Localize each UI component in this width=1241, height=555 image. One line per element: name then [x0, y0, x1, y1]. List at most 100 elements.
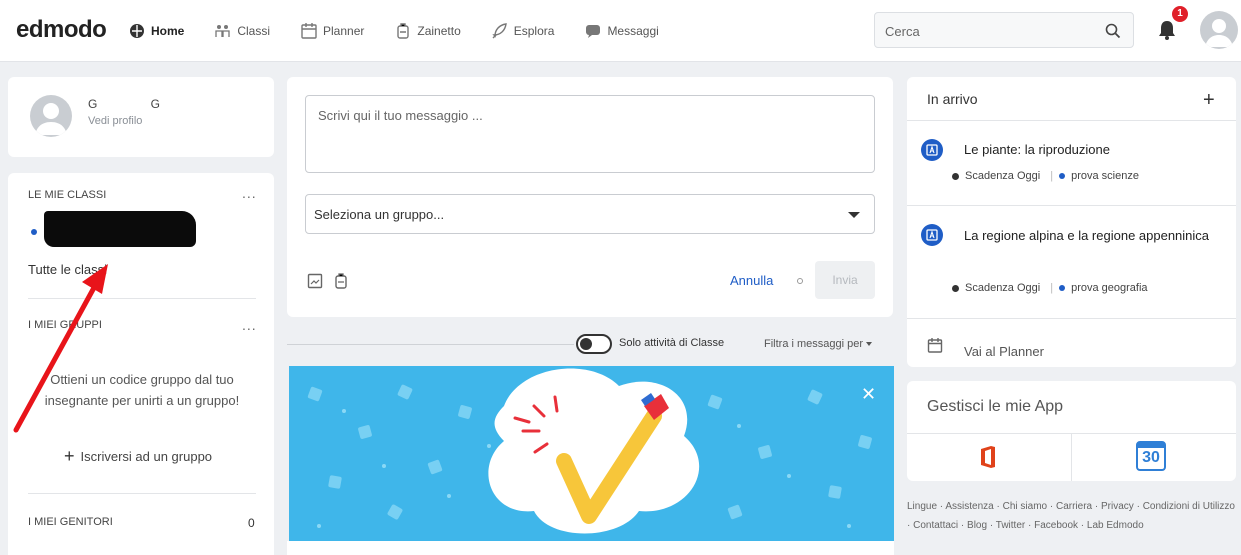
- class-activity-label: Solo attività di Classe: [619, 337, 725, 349]
- nav-classes[interactable]: Classi: [214, 22, 270, 40]
- backpack-attach-icon[interactable]: [333, 273, 349, 289]
- task-group[interactable]: prova scienze: [1071, 170, 1139, 182]
- divider: [28, 298, 256, 299]
- cancel-button[interactable]: Annulla: [730, 273, 773, 288]
- join-group-button[interactable]: + Iscriversi ad un gruppo: [64, 446, 212, 467]
- class-bullet: [31, 229, 37, 235]
- footer-link[interactable]: Lingue: [907, 501, 937, 512]
- notification-badge: 1: [1172, 6, 1188, 22]
- nav-home[interactable]: Home: [128, 22, 184, 40]
- profile-avatar[interactable]: [30, 95, 72, 137]
- profile-avatar-icon: [35, 103, 67, 135]
- assignment-a-icon: [926, 229, 938, 241]
- send-button[interactable]: Invia: [815, 261, 875, 299]
- nav-messages-label: Messaggi: [607, 24, 659, 38]
- footer-link[interactable]: Assistenza: [945, 501, 993, 512]
- user-avatar[interactable]: [1200, 11, 1238, 49]
- profile-card: G G Vedi profilo: [8, 77, 274, 157]
- footer-links: Lingue · Assistenza · Chi siamo · Carrie…: [907, 501, 1235, 531]
- apps-card: Gestisci le mie App 30: [907, 381, 1236, 481]
- meta-separator: |: [1050, 282, 1054, 294]
- task-meta: Scadenza Oggi | prova geografia: [952, 282, 1148, 294]
- planner-icon: [301, 23, 317, 39]
- add-plus-icon[interactable]: +: [1203, 89, 1215, 112]
- welcome-banner: [289, 366, 894, 541]
- nav-explore[interactable]: Esplora: [491, 22, 555, 40]
- task-title-link[interactable]: Le piante: la riproduzione: [964, 138, 1214, 162]
- group-select[interactable]: Seleziona un gruppo...: [305, 194, 875, 234]
- assignment-icon: [921, 139, 943, 161]
- task-meta: Scadenza Oggi | prova scienze: [952, 170, 1139, 182]
- task-title-link[interactable]: La regione alpina e la regione appennini…: [964, 224, 1214, 248]
- banner-illustration: [307, 368, 872, 534]
- clock-icon: [952, 172, 959, 180]
- office-app-icon[interactable]: [979, 445, 997, 469]
- assignment-a-icon: [926, 144, 938, 156]
- planner-icon: [927, 338, 943, 353]
- classes-groups-card: LE MIE CLASSI ... Tutte le classi I MIEI…: [8, 173, 274, 555]
- footer-link[interactable]: Contattaci: [913, 520, 958, 531]
- nav-home-label: Home: [151, 24, 185, 38]
- parents-count: 0: [248, 516, 255, 530]
- rocket-icon: [492, 23, 507, 39]
- view-profile-link[interactable]: Vedi profilo: [88, 115, 142, 127]
- footer-link[interactable]: Chi siamo: [1003, 501, 1047, 512]
- join-group-label: Iscriversi ad un gruppo: [80, 449, 213, 464]
- search-icon[interactable]: [1105, 23, 1121, 39]
- top-navigation-bar: edmodo Home Classi Planner Zainetto Espl…: [0, 0, 1241, 62]
- divider: [907, 318, 1236, 319]
- nav-classes-label: Classi: [237, 24, 271, 38]
- feed-divider: [287, 344, 574, 345]
- footer-link[interactable]: Facebook: [1034, 520, 1078, 531]
- footer-link[interactable]: Blog: [967, 520, 987, 531]
- group-select-value: Seleziona un gruppo...: [314, 207, 445, 222]
- nav-planner-label: Planner: [323, 24, 365, 38]
- notification-bell-icon[interactable]: [1156, 18, 1178, 42]
- calendar-app-icon[interactable]: 30: [1136, 441, 1166, 471]
- message-input[interactable]: [305, 95, 875, 173]
- footer-link[interactable]: Condizioni di Utilizzo: [1143, 501, 1235, 512]
- footer-link[interactable]: Twitter: [996, 520, 1025, 531]
- groups-more-button[interactable]: ...: [242, 317, 257, 333]
- footer-link[interactable]: Carriera: [1056, 501, 1092, 512]
- clock-icon: [952, 284, 959, 292]
- main-nav: Home Classi Planner Zainetto Esplora Mes…: [128, 0, 689, 62]
- edmodo-logo[interactable]: edmodo: [16, 16, 107, 44]
- calendar-day: 30: [1142, 449, 1160, 466]
- footer-link[interactable]: Privacy: [1101, 501, 1134, 512]
- separator-dot: [797, 278, 803, 284]
- inbox-title: In arrivo: [927, 91, 978, 107]
- close-banner-icon[interactable]: ✕: [861, 384, 876, 405]
- post-composer-card: Seleziona un gruppo... Annulla Invia: [287, 77, 893, 317]
- plus-icon: +: [64, 446, 75, 466]
- task-due: Scadenza Oggi: [965, 282, 1041, 294]
- home-icon: [130, 24, 144, 38]
- my-groups-heading: I MIEI GRUPPI: [28, 319, 102, 331]
- all-classes-link[interactable]: Tutte le classi: [28, 262, 107, 277]
- divider: [907, 205, 1236, 206]
- nav-planner[interactable]: Planner: [300, 22, 364, 40]
- nav-messages[interactable]: Messaggi: [584, 22, 659, 40]
- task-group[interactable]: prova geografia: [1071, 282, 1147, 294]
- chat-icon: [586, 25, 601, 38]
- caret-down-icon: [866, 342, 873, 347]
- nav-backpack[interactable]: Zainetto: [394, 22, 461, 40]
- inbox-card: In arrivo + Le piante: la riproduzione S…: [907, 77, 1236, 367]
- nav-explore-label: Esplora: [513, 24, 555, 38]
- class-activity-toggle[interactable]: [576, 334, 612, 354]
- attach-file-icon[interactable]: [307, 273, 323, 289]
- filter-messages-dropdown[interactable]: Filtra i messaggi per: [764, 338, 873, 350]
- caret-down-icon: [848, 212, 860, 218]
- groups-info-text: Ottieni un codice gruppo dal tuo insegna…: [44, 372, 240, 408]
- backpack-icon: [397, 23, 410, 39]
- go-to-planner-link[interactable]: Vai al Planner: [964, 344, 1044, 359]
- task-due: Scadenza Oggi: [965, 170, 1041, 182]
- apps-title: Gestisci le mie App: [927, 398, 1064, 415]
- footer-link[interactable]: Lab Edmodo: [1087, 520, 1144, 531]
- redacted-class-name[interactable]: [44, 211, 196, 247]
- calendar-header: [1138, 443, 1164, 448]
- my-parents-heading: I MIEI GENITORI: [28, 516, 113, 528]
- search-box: [874, 12, 1134, 48]
- search-input[interactable]: [885, 21, 1085, 41]
- classes-more-button[interactable]: ...: [242, 185, 257, 201]
